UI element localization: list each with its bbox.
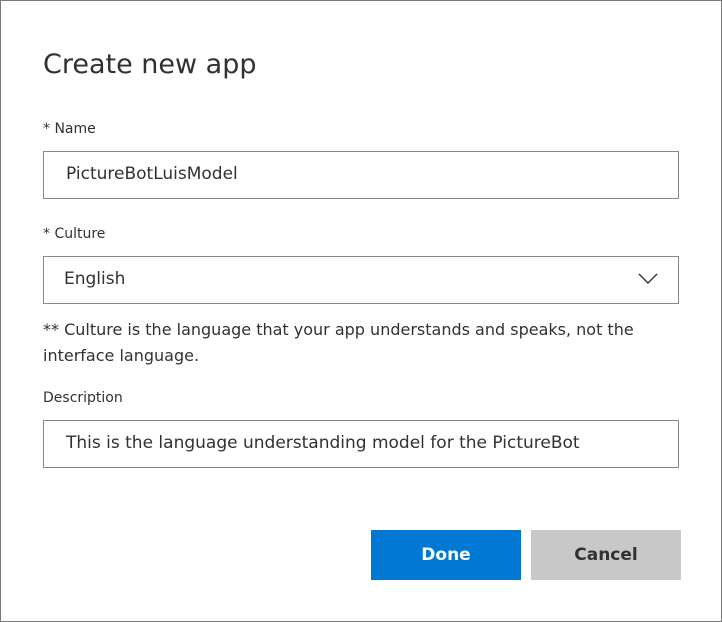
name-input-value: PictureBotLuisModel: [66, 164, 238, 184]
name-label: * Name: [43, 121, 96, 137]
done-button[interactable]: Done: [371, 530, 521, 580]
chevron-down-icon: [638, 273, 658, 284]
create-app-dialog: Create new app * Name PictureBotLuisMode…: [0, 0, 722, 622]
culture-dropdown-value: English: [64, 269, 126, 289]
dialog-title: Create new app: [43, 49, 257, 80]
culture-note: ** Culture is the language that your app…: [43, 320, 634, 365]
description-label: Description: [43, 390, 123, 406]
description-input[interactable]: This is the language understanding model…: [43, 420, 679, 468]
culture-dropdown[interactable]: English: [43, 256, 679, 304]
culture-label: * Culture: [43, 226, 106, 242]
description-input-value: This is the language understanding model…: [66, 433, 580, 453]
name-input[interactable]: PictureBotLuisModel: [43, 151, 679, 199]
cancel-button[interactable]: Cancel: [531, 530, 681, 580]
